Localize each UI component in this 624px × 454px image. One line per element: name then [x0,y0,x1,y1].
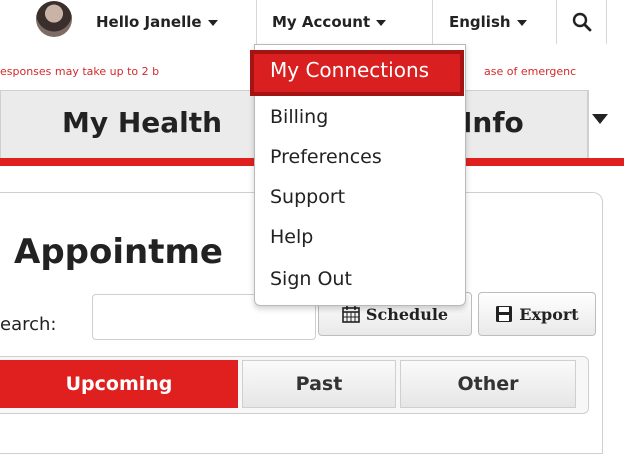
tab-title-left: My Health [62,106,223,139]
menu-item-support[interactable]: Support [270,186,345,208]
my-account-button[interactable]: My Account [272,8,387,36]
language-label: English [449,13,511,31]
search-label: earch: [0,314,57,335]
tab-other[interactable]: Other [400,360,576,408]
divider [256,0,257,44]
chevron-down-icon [376,19,387,26]
user-menu-button[interactable]: Hello Janelle [96,8,218,36]
chevron-down-icon [207,19,218,26]
tab-past[interactable]: Past [242,360,396,408]
divider [556,0,557,44]
page-title: Appointme [14,232,223,272]
export-button[interactable]: Export [478,292,596,336]
tab-title-right: Info [462,106,524,139]
language-select[interactable]: English [449,8,527,36]
notice-text-left: esponses may take up to 2 b [0,65,160,78]
chevron-down-icon[interactable] [592,114,608,124]
menu-item-preferences[interactable]: Preferences [270,146,382,168]
user-greeting: Hello Janelle [96,13,202,31]
menu-item-billing[interactable]: Billing [270,106,328,128]
divider [588,90,589,158]
divider [606,0,607,44]
chevron-down-icon [516,19,527,26]
export-label: Export [519,304,579,324]
menu-item-my-connections[interactable]: My Connections [270,58,429,82]
search-icon [572,12,592,32]
notice-text-right: ase of emergenc [484,65,577,78]
schedule-label: Schedule [365,304,449,324]
menu-item-help[interactable]: Help [270,226,313,248]
calendar-icon [342,306,360,323]
save-icon [496,306,513,322]
search-button[interactable] [572,12,592,32]
divider [432,0,433,44]
menu-item-sign-out[interactable]: Sign Out [270,268,352,290]
avatar[interactable] [36,1,72,37]
tab-upcoming[interactable]: Upcoming [0,360,238,408]
my-account-label: My Account [272,13,371,31]
